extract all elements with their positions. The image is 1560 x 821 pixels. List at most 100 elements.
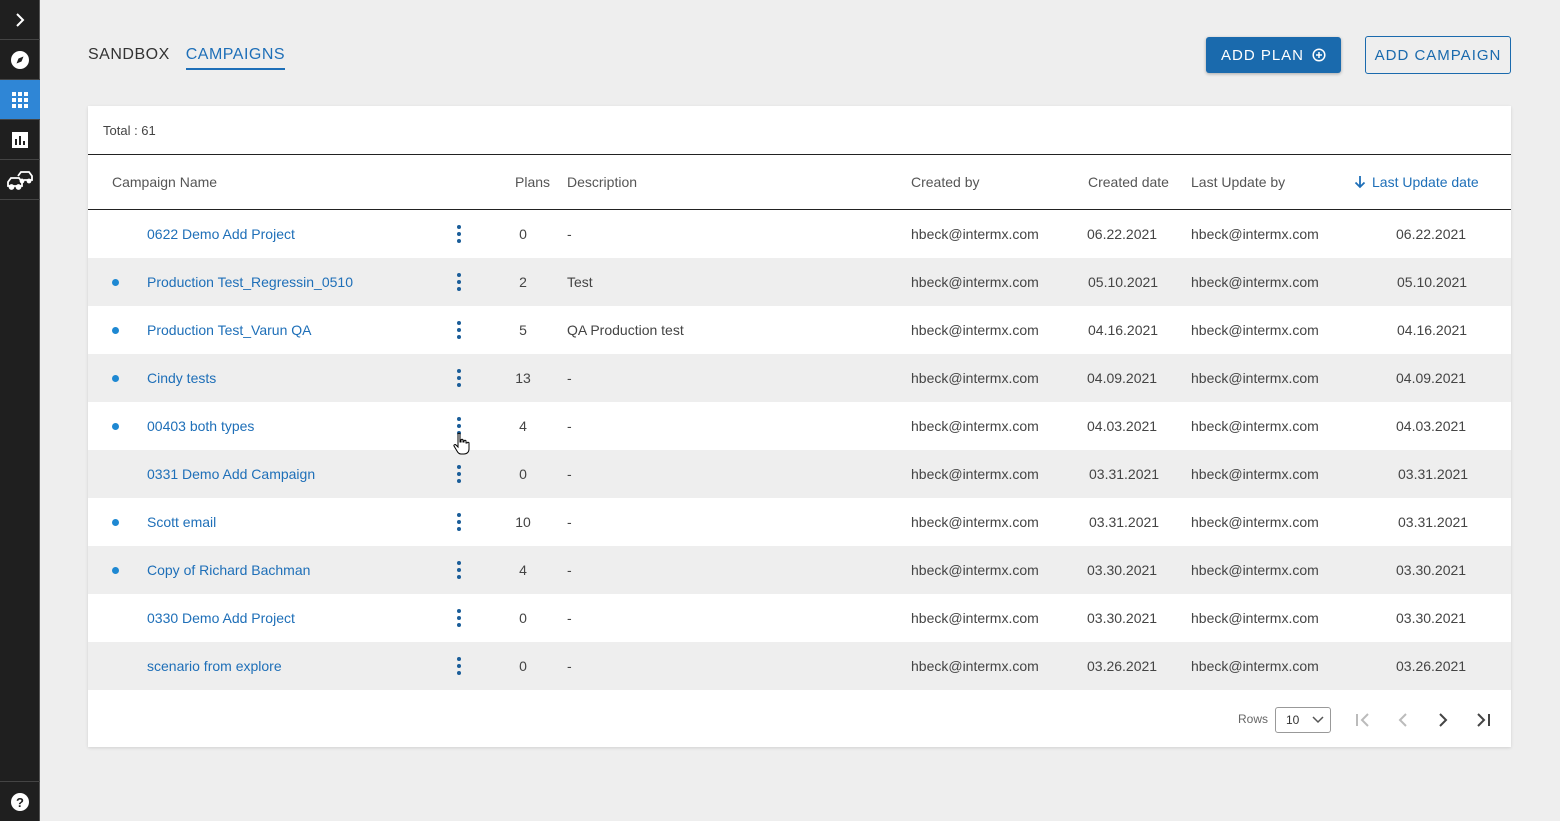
- row-menu-icon[interactable]: [451, 224, 467, 244]
- add-plan-button[interactable]: ADD PLAN: [1206, 37, 1341, 73]
- table-row[interactable]: scenario from explore 0 - hbeck@intermx.…: [88, 642, 1511, 690]
- last-page-button[interactable]: [1470, 707, 1496, 733]
- description: -: [567, 514, 572, 530]
- last-update-by: hbeck@intermx.com: [1191, 466, 1319, 482]
- plans-count: 0: [519, 466, 527, 482]
- column-header-plans[interactable]: Plans: [515, 155, 550, 209]
- status-dot: [112, 519, 119, 526]
- description: -: [567, 466, 572, 482]
- created-date: 03.30.2021: [1087, 610, 1158, 626]
- column-header-created-by[interactable]: Created by: [911, 155, 979, 209]
- created-by: hbeck@intermx.com: [911, 466, 1039, 482]
- add-campaign-button[interactable]: ADD CAMPAIGN: [1365, 36, 1511, 74]
- column-header-campaign-name[interactable]: Campaign Name: [112, 155, 217, 209]
- rows-per-page-label: Rows: [1238, 712, 1269, 726]
- campaigns-table-card: Total : 61 Campaign Name Plans Descripti…: [88, 106, 1511, 747]
- created-by: hbeck@intermx.com: [911, 610, 1039, 626]
- status-dot: [112, 327, 119, 334]
- table-row[interactable]: 0622 Demo Add Project 0 - hbeck@intermx.…: [88, 210, 1511, 258]
- last-update-date: 06.22.2021: [1396, 226, 1467, 242]
- row-menu-icon[interactable]: [451, 656, 467, 676]
- top-tabs: SANDBOX CAMPAIGNS: [88, 46, 286, 70]
- campaign-name-link[interactable]: Production Test_Regressin_0510: [147, 258, 353, 306]
- svg-text:?: ?: [16, 795, 24, 810]
- sidebar-item-explore[interactable]: [0, 40, 40, 80]
- tab-sandbox[interactable]: SANDBOX: [88, 46, 170, 70]
- row-menu-icon[interactable]: [451, 464, 467, 484]
- created-date: 05.10.2021: [1088, 274, 1159, 290]
- table-row[interactable]: Production Test_Varun QA 5 QA Production…: [88, 306, 1511, 354]
- campaign-name-link[interactable]: 00403 both types: [147, 402, 254, 450]
- column-header-last-update-date-label: Last Update date: [1372, 174, 1479, 190]
- rows-per-page-select[interactable]: 10: [1275, 707, 1331, 733]
- first-page-button[interactable]: [1350, 707, 1376, 733]
- created-date: 03.31.2021: [1089, 466, 1160, 482]
- grid-icon: [12, 91, 28, 108]
- row-menu-icon[interactable]: [451, 320, 467, 340]
- last-update-by: hbeck@intermx.com: [1191, 274, 1319, 290]
- table-row[interactable]: 00403 both types 4 - hbeck@intermx.com 0…: [88, 402, 1511, 450]
- status-dot: [112, 375, 119, 382]
- last-update-by: hbeck@intermx.com: [1191, 370, 1319, 386]
- last-update-date: 04.16.2021: [1397, 322, 1468, 338]
- campaign-name-link[interactable]: Production Test_Varun QA: [147, 306, 311, 354]
- plans-count: 0: [519, 658, 527, 674]
- table-body: 0622 Demo Add Project 0 - hbeck@intermx.…: [88, 210, 1511, 690]
- row-menu-icon[interactable]: [451, 368, 467, 388]
- campaign-name-link[interactable]: 0622 Demo Add Project: [147, 210, 295, 258]
- table-header: Campaign Name Plans Description Created …: [88, 154, 1511, 210]
- campaign-name-link[interactable]: scenario from explore: [147, 642, 282, 690]
- table-row[interactable]: Scott email 10 - hbeck@intermx.com 03.31…: [88, 498, 1511, 546]
- created-by: hbeck@intermx.com: [911, 274, 1039, 290]
- created-date: 06.22.2021: [1087, 226, 1158, 242]
- sidebar-item-workspace[interactable]: [0, 80, 40, 120]
- help-button[interactable]: ?: [0, 781, 40, 821]
- row-menu-icon[interactable]: [451, 272, 467, 292]
- campaign-name-link[interactable]: Scott email: [147, 498, 216, 546]
- description: -: [567, 610, 572, 626]
- created-date: 04.09.2021: [1087, 370, 1158, 386]
- add-circle-icon: [1312, 48, 1326, 62]
- plans-count: 0: [519, 226, 527, 242]
- description: Test: [567, 274, 593, 290]
- vehicles-icon: [7, 170, 33, 190]
- column-header-description[interactable]: Description: [567, 155, 637, 209]
- row-menu-icon[interactable]: [451, 608, 467, 628]
- column-header-last-update-by[interactable]: Last Update by: [1191, 155, 1285, 209]
- created-date: 04.03.2021: [1087, 418, 1158, 434]
- sidebar-item-reports[interactable]: [0, 120, 40, 160]
- previous-page-button[interactable]: [1390, 707, 1416, 733]
- sidebar-item-inventory[interactable]: [0, 160, 40, 200]
- table-row[interactable]: Copy of Richard Bachman 4 - hbeck@interm…: [88, 546, 1511, 594]
- table-row[interactable]: 0331 Demo Add Campaign 0 - hbeck@intermx…: [88, 450, 1511, 498]
- next-page-button[interactable]: [1430, 707, 1456, 733]
- campaign-name-link[interactable]: 0331 Demo Add Campaign: [147, 450, 315, 498]
- table-row[interactable]: Production Test_Regressin_0510 2 Test hb…: [88, 258, 1511, 306]
- sidebar: ?: [0, 0, 40, 821]
- last-update-date: 04.03.2021: [1396, 418, 1467, 434]
- rows-per-page-value: 10: [1286, 713, 1300, 727]
- last-update-by: hbeck@intermx.com: [1191, 562, 1319, 578]
- column-header-created-date[interactable]: Created date: [1088, 155, 1169, 209]
- expand-sidebar-button[interactable]: [0, 0, 40, 40]
- campaign-name-link[interactable]: Copy of Richard Bachman: [147, 546, 310, 594]
- description: -: [567, 370, 572, 386]
- last-update-date: 03.31.2021: [1398, 466, 1469, 482]
- row-menu-icon[interactable]: [451, 512, 467, 532]
- status-dot: [112, 423, 119, 430]
- column-header-last-update-date[interactable]: Last Update date: [1354, 155, 1479, 209]
- first-page-icon: [1356, 713, 1369, 727]
- plans-count: 2: [519, 274, 527, 290]
- last-update-date: 03.26.2021: [1396, 658, 1467, 674]
- tab-campaigns[interactable]: CAMPAIGNS: [185, 46, 286, 70]
- row-menu-icon[interactable]: [451, 560, 467, 580]
- campaign-name-link[interactable]: Cindy tests: [147, 354, 216, 402]
- chevron-left-icon: [1398, 713, 1407, 727]
- created-date: 03.26.2021: [1087, 658, 1158, 674]
- table-row[interactable]: Cindy tests 13 - hbeck@intermx.com 04.09…: [88, 354, 1511, 402]
- status-dot: [112, 279, 119, 286]
- campaign-name-link[interactable]: 0330 Demo Add Project: [147, 594, 295, 642]
- created-by: hbeck@intermx.com: [911, 658, 1039, 674]
- table-row[interactable]: 0330 Demo Add Project 0 - hbeck@intermx.…: [88, 594, 1511, 642]
- sort-descending-icon: [1354, 176, 1366, 189]
